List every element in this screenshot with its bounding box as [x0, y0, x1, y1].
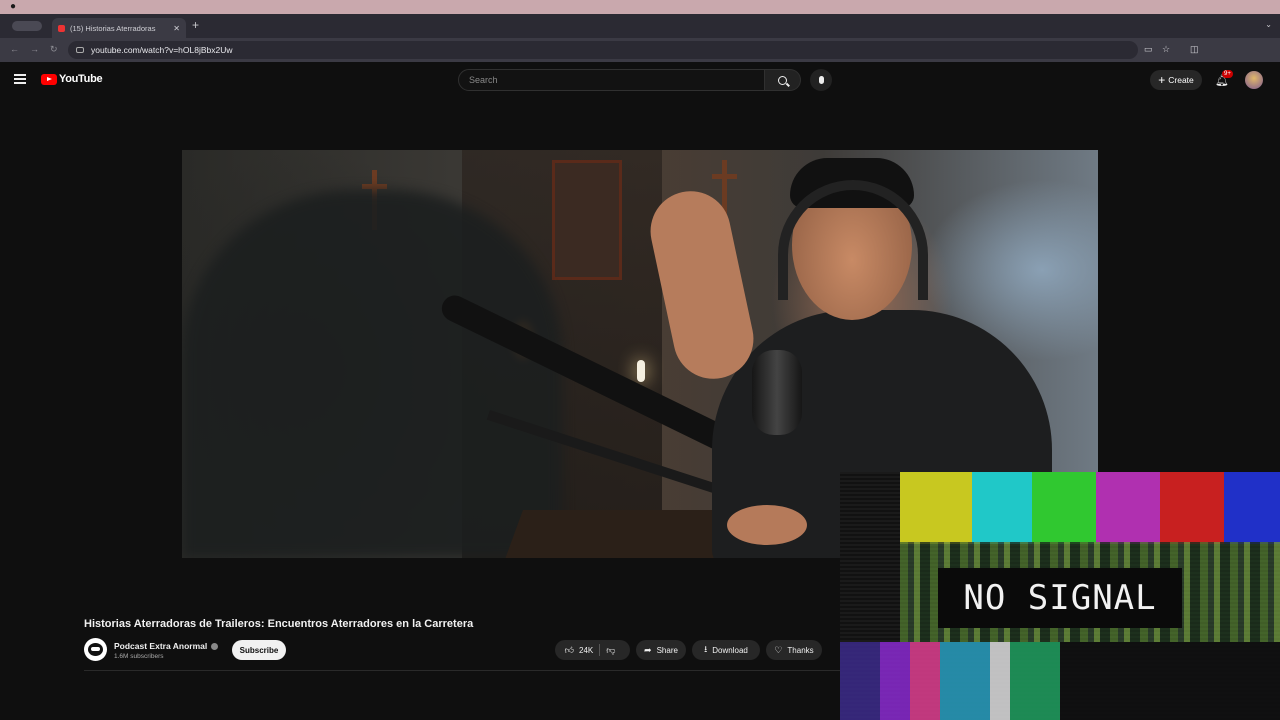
share-icon: ➦	[644, 644, 652, 655]
search-button[interactable]	[765, 69, 801, 91]
browser-tab-strip: (15) Historias Aterradoras ✕ + ⌄	[0, 14, 1280, 38]
like-dislike-group: 👍︎ 24K 👎︎	[555, 640, 630, 660]
video-scene-candle	[637, 360, 645, 382]
share-button[interactable]: ➦ Share	[636, 640, 686, 660]
color-bar	[1096, 472, 1160, 544]
download-label: Download	[712, 645, 748, 655]
divider	[84, 670, 844, 671]
no-signal-overlay: NO SIGNAL	[840, 472, 1280, 720]
color-bar	[1224, 472, 1280, 544]
search-input[interactable]: Search	[458, 69, 765, 91]
cast-icon[interactable]: ▭	[1144, 44, 1153, 55]
video-scene-frame	[552, 160, 622, 280]
color-bar	[900, 472, 972, 544]
voice-search-button[interactable]	[810, 69, 832, 91]
subscribe-button[interactable]: Subscribe	[232, 640, 286, 660]
download-button[interactable]: ⭳ Download	[692, 640, 760, 660]
tab-search-icon[interactable]: ⌄	[1265, 20, 1272, 29]
plus-icon[interactable]: +	[192, 18, 199, 32]
video-scene-host	[182, 190, 562, 558]
color-bar	[972, 472, 1032, 544]
close-icon[interactable]: ✕	[173, 24, 180, 33]
static-noise	[840, 642, 1280, 720]
reload-icon[interactable]: ↻	[50, 44, 58, 55]
tab-title: (15) Historias Aterradoras	[70, 23, 156, 33]
no-signal-box: NO SIGNAL	[938, 568, 1182, 628]
avatar[interactable]	[1245, 71, 1263, 89]
youtube-favicon	[58, 24, 65, 32]
dislike-icon[interactable]: 👎︎	[606, 645, 615, 656]
youtube-logo[interactable]: YouTube	[41, 73, 103, 85]
star-icon[interactable]: ☆	[1162, 44, 1170, 55]
create-label: Create	[1168, 75, 1194, 85]
forward-icon[interactable]: →	[30, 44, 39, 54]
url-text: youtube.com/watch?v=hOL8jBbx2Uw	[91, 45, 233, 55]
mic-icon	[818, 76, 824, 84]
browser-tab-active[interactable]: (15) Historias Aterradoras ✕	[52, 18, 186, 38]
color-bar	[1032, 472, 1096, 544]
channel-avatar[interactable]	[84, 638, 107, 661]
divider	[599, 644, 601, 656]
url-field[interactable]: youtube.com/watch?v=hOL8jBbx2Uw	[68, 41, 1138, 59]
thanks-label: Thanks	[787, 645, 814, 655]
video-scene-hand	[727, 505, 807, 545]
share-label: Share	[656, 645, 678, 655]
youtube-play-icon	[41, 73, 57, 85]
back-icon[interactable]: ←	[10, 44, 19, 54]
macos-menu-bar: ●	[0, 0, 1280, 14]
no-signal-text: NO SIGNAL	[963, 578, 1157, 618]
address-bar: ← → ↻ youtube.com/watch?v=hOL8jBbx2Uw ▭ …	[0, 38, 1280, 62]
color-bar	[1160, 472, 1224, 544]
notification-badge: 9+	[1222, 70, 1233, 78]
extensions-icon[interactable]: ◫	[1190, 44, 1199, 55]
like-count[interactable]: 24K	[579, 646, 593, 655]
subscriber-count: 1.6M subscribers	[114, 653, 164, 660]
download-icon: ⭳	[704, 644, 708, 654]
channel-name-text: Podcast Extra Anormal	[114, 641, 208, 651]
logo-text: YouTube	[59, 73, 103, 85]
thanks-icon: ♡	[774, 644, 783, 655]
search-icon	[778, 75, 787, 85]
video-title: Historias Aterradoras de Traileros: Encu…	[84, 618, 474, 630]
plus-icon: +	[1158, 73, 1166, 87]
site-info-icon[interactable]	[76, 47, 84, 53]
video-scene-microphone	[752, 350, 802, 435]
verified-icon	[211, 642, 219, 650]
thanks-button[interactable]: ♡ Thanks	[766, 640, 822, 660]
channel-name[interactable]: Podcast Extra Anormal	[114, 641, 219, 651]
youtube-header: YouTube Search + Create 🔔︎ 9+	[0, 62, 1280, 98]
tab-group-pill[interactable]	[12, 21, 42, 31]
like-icon[interactable]: 👍︎	[565, 645, 574, 656]
apple-icon[interactable]: ●	[10, 1, 16, 12]
create-button[interactable]: + Create	[1150, 70, 1202, 90]
menu-icon[interactable]	[14, 74, 26, 84]
